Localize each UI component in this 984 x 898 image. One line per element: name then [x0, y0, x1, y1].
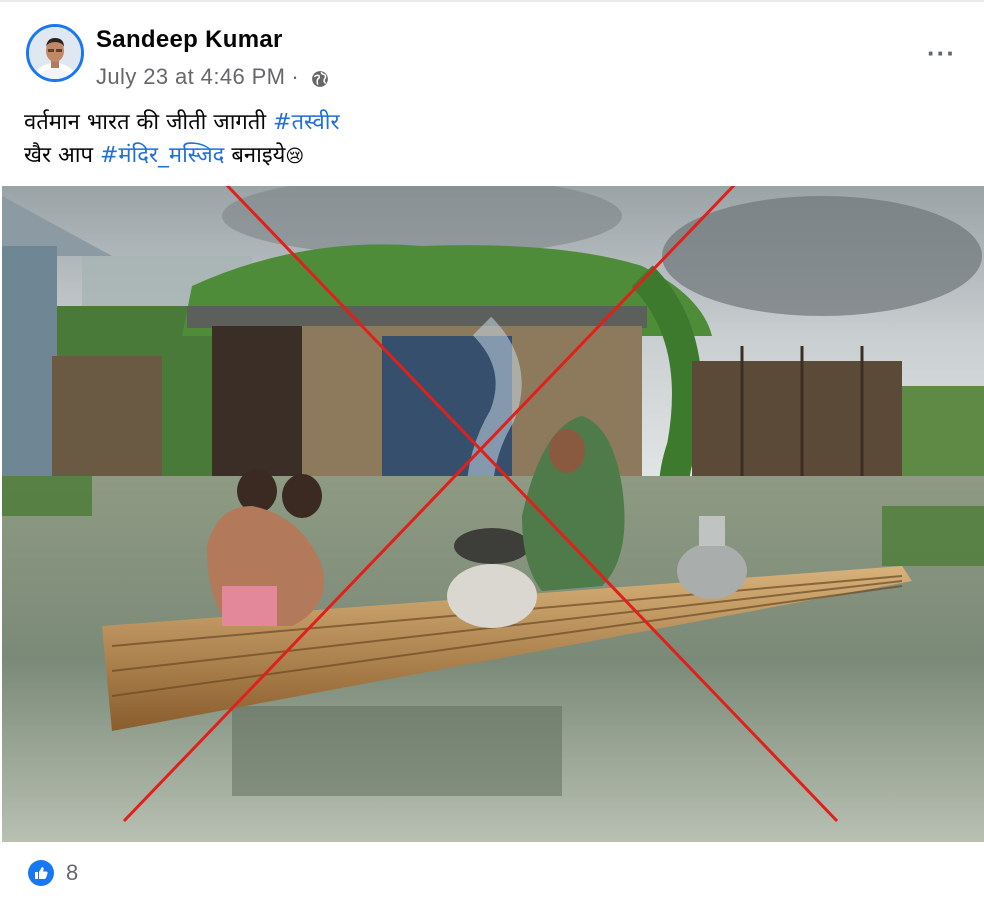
- post-text-line-2: खैर आप #मंदिर_मस्जिद बनाइये😢: [24, 139, 339, 173]
- post-text-segment: खैर आप: [24, 143, 100, 168]
- reaction-count[interactable]: 8: [66, 860, 78, 886]
- post-text-segment: वर्तमान भारत की जीती जागती: [24, 110, 274, 135]
- post-text: वर्तमान भारत की जीती जागती #तस्वीर खैर आ…: [24, 106, 339, 173]
- crying-emoji-icon: 😢: [285, 146, 305, 167]
- post-text-segment: बनाइये: [224, 143, 286, 168]
- post-timestamp[interactable]: July 23 at 4:46 PM: [96, 64, 285, 90]
- post-meta: July 23 at 4:46 PM ·: [96, 64, 329, 90]
- metal-jug: [677, 543, 747, 599]
- child-figure: [237, 469, 277, 513]
- author-avatar[interactable]: [26, 24, 84, 82]
- clay-stove: [447, 564, 537, 628]
- post-photo[interactable]: [2, 186, 984, 842]
- reactions-bar[interactable]: 8: [28, 860, 78, 886]
- like-icon: [28, 860, 54, 886]
- cooking-pot: [454, 528, 530, 564]
- globe-icon: [312, 71, 329, 87]
- hashtag-link-tasveer[interactable]: #तस्वीर: [273, 110, 339, 135]
- more-options-button[interactable]: ···: [927, 38, 956, 69]
- post-text-line-1: वर्तमान भारत की जीती जागती #तस्वीर: [24, 106, 339, 139]
- child-shorts: [222, 586, 277, 626]
- author-name[interactable]: Sandeep Kumar: [96, 26, 283, 54]
- hashtag-link-mandir-masjid[interactable]: #मंदिर_मस्जिद: [100, 143, 224, 168]
- fence: [692, 361, 902, 491]
- post-card: Sandeep Kumar July 23 at 4:46 PM · ··· व…: [0, 0, 984, 898]
- left-house: [2, 246, 57, 476]
- meta-separator: ·: [291, 64, 300, 89]
